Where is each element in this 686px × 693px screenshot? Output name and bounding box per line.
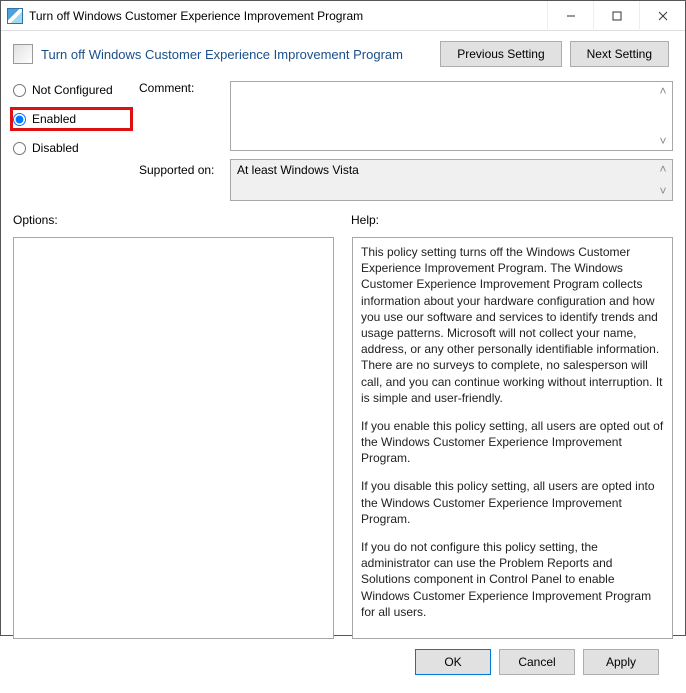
supported-on-value: At least Windows Vista xyxy=(237,163,359,177)
ok-button[interactable]: OK xyxy=(415,649,491,675)
previous-setting-button[interactable]: Previous Setting xyxy=(440,41,561,67)
dialog-icon xyxy=(13,44,33,64)
footer-buttons: OK Cancel Apply xyxy=(13,639,673,685)
help-panel: This policy setting turns off the Window… xyxy=(352,237,673,639)
minimize-button[interactable] xyxy=(547,1,593,31)
header-row: Turn off Windows Customer Experience Imp… xyxy=(1,31,685,73)
radio-not-configured[interactable]: Not Configured xyxy=(13,83,133,97)
supported-on-field: At least Windows Vista xyxy=(230,159,673,201)
supported-label: Supported on: xyxy=(139,159,224,177)
radio-disabled-input[interactable] xyxy=(13,142,26,155)
dialog-window: Turn off Windows Customer Experience Imp… xyxy=(0,0,686,636)
header-title: Turn off Windows Customer Experience Imp… xyxy=(41,47,432,62)
next-setting-button[interactable]: Next Setting xyxy=(570,41,669,67)
content-area: Not Configured Enabled Disabled Comment:… xyxy=(1,73,685,693)
maximize-button[interactable] xyxy=(593,1,639,31)
radio-not-configured-input[interactable] xyxy=(13,84,26,97)
apply-button[interactable]: Apply xyxy=(583,649,659,675)
window-buttons xyxy=(547,1,685,31)
titlebar: Turn off Windows Customer Experience Imp… xyxy=(1,1,685,31)
radio-not-configured-label: Not Configured xyxy=(32,83,113,97)
radio-enabled[interactable]: Enabled xyxy=(10,107,133,131)
radio-disabled[interactable]: Disabled xyxy=(13,141,133,155)
close-button[interactable] xyxy=(639,1,685,31)
nav-buttons: Previous Setting Next Setting xyxy=(440,41,673,67)
help-label: Help: xyxy=(351,213,673,231)
help-paragraph: If you disable this policy setting, all … xyxy=(361,478,664,527)
cancel-button[interactable]: Cancel xyxy=(499,649,575,675)
state-radios: Not Configured Enabled Disabled xyxy=(13,81,133,201)
help-paragraph: If you do not configure this policy sett… xyxy=(361,539,664,620)
radio-enabled-input[interactable] xyxy=(13,113,26,126)
radio-disabled-label: Disabled xyxy=(32,141,79,155)
comment-field[interactable] xyxy=(230,81,673,151)
top-grid: Not Configured Enabled Disabled Comment:… xyxy=(13,73,673,201)
comment-label: Comment: xyxy=(139,81,224,151)
mid-labels: Options: Help: xyxy=(13,201,673,231)
panels: This policy setting turns off the Window… xyxy=(13,231,673,639)
radio-enabled-label: Enabled xyxy=(32,112,76,126)
options-panel xyxy=(13,237,334,639)
window-title: Turn off Windows Customer Experience Imp… xyxy=(29,9,547,23)
scroll-up-icon[interactable] xyxy=(656,84,670,98)
help-paragraph: If you enable this policy setting, all u… xyxy=(361,418,664,467)
options-label: Options: xyxy=(13,213,333,231)
scroll-down-icon[interactable] xyxy=(656,134,670,148)
scroll-down-icon xyxy=(656,184,670,198)
help-paragraph: This policy setting turns off the Window… xyxy=(361,244,664,406)
scroll-up-icon xyxy=(656,162,670,176)
policy-icon xyxy=(7,8,23,24)
